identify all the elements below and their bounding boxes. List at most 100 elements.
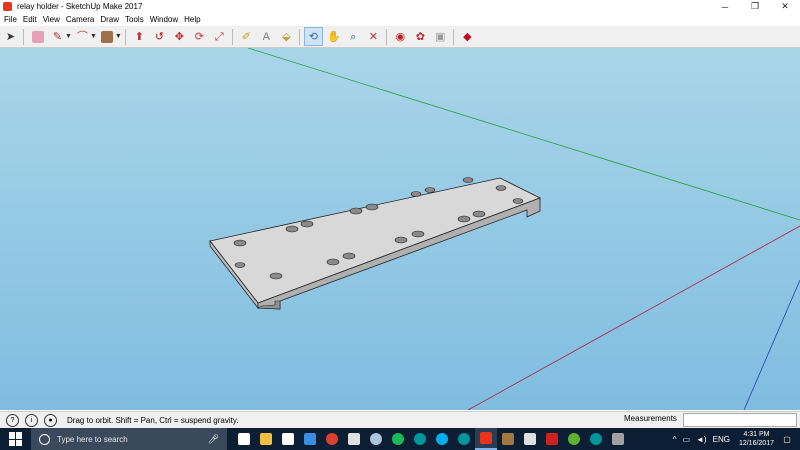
app-brown-icon xyxy=(502,433,514,445)
ruby-tool-button[interactable]: ◆ xyxy=(458,27,477,46)
paint-bucket-tool-button[interactable]: ⬙ xyxy=(277,27,296,46)
geo-location-icon[interactable]: ? xyxy=(6,413,19,427)
blue-axis-line xyxy=(743,279,800,410)
task-view-icon xyxy=(238,433,250,445)
taskbar-flash-button[interactable] xyxy=(541,428,563,450)
pan-tool-icon: ✋ xyxy=(327,30,342,43)
text-tool-button[interactable]: A xyxy=(257,27,276,46)
zoom-extents-tool-button[interactable]: ✕ xyxy=(364,27,383,46)
menu-file[interactable]: File xyxy=(4,15,17,24)
chrome-icon xyxy=(326,433,338,445)
title-bar: relay holder - SketchUp Make 2017 ─ ❐ ✕ xyxy=(0,0,800,13)
move-tool-button[interactable]: ✥ xyxy=(170,27,189,46)
microphone-icon[interactable]: 🎤︎ xyxy=(208,434,219,445)
pan-tool-button[interactable]: ✋ xyxy=(324,27,343,46)
shape-tool-icon xyxy=(101,30,114,43)
relay-holder-model[interactable] xyxy=(209,177,542,310)
taskbar-movies-button[interactable] xyxy=(277,428,299,450)
volume-icon[interactable]: ◄) xyxy=(696,435,707,444)
rotate-tool-button[interactable]: ⟳ xyxy=(190,27,209,46)
start-button[interactable] xyxy=(9,432,23,446)
menu-window[interactable]: Window xyxy=(150,15,178,24)
taskbar-arduino-2-button[interactable] xyxy=(453,428,475,450)
toolbar-separator xyxy=(452,28,454,45)
taskbar-utorrent-button[interactable] xyxy=(563,428,585,450)
spotify-icon xyxy=(392,433,404,445)
file-explorer-icon xyxy=(260,433,272,445)
menu-camera[interactable]: Camera xyxy=(66,15,94,24)
arc-tool-icon: ⌒ xyxy=(76,30,88,43)
orbit-tool-icon: ⟲ xyxy=(308,30,318,43)
paint-bucket-tool-icon: ⬙ xyxy=(282,30,291,43)
taskbar-sketchup-button[interactable] xyxy=(475,428,497,450)
dropdown-arrow-icon[interactable]: ▼ xyxy=(65,33,72,40)
sketchup-app-icon xyxy=(3,2,12,11)
menu-tools[interactable]: Tools xyxy=(125,15,144,24)
show-hidden-icons-icon[interactable]: ^ xyxy=(673,435,677,444)
taskbar-settings-button[interactable] xyxy=(607,428,629,450)
dropdown-arrow-icon[interactable]: ▼ xyxy=(115,33,122,40)
taskbar-spotify-button[interactable] xyxy=(387,428,409,450)
scale-tool-button[interactable]: ⤢ xyxy=(210,27,229,46)
taskbar-steam-button[interactable] xyxy=(365,428,387,450)
menu-draw[interactable]: Draw xyxy=(100,15,119,24)
tape-measure-tool-icon: ✐ xyxy=(241,30,251,43)
select-tool-button[interactable]: ➤ xyxy=(1,27,20,46)
taskbar-edge-button[interactable] xyxy=(299,428,321,450)
taskbar-arduino-button[interactable] xyxy=(409,428,431,450)
push-pull-tool-button[interactable]: ⬆ xyxy=(130,27,149,46)
zoom-tool-icon: ⌕ xyxy=(350,30,357,43)
network-icon[interactable]: ▭ xyxy=(682,435,690,444)
credits-icon[interactable]: i xyxy=(25,413,38,427)
follow-me-tool-button[interactable]: ↺ xyxy=(150,27,169,46)
share-model-tool-button[interactable]: ▣ xyxy=(431,27,450,46)
taskbar-photos-button[interactable] xyxy=(519,428,541,450)
taskbar-app-brown-button[interactable] xyxy=(497,428,519,450)
minimize-button[interactable]: ─ xyxy=(710,0,740,13)
model-viewport[interactable] xyxy=(0,48,800,410)
clock[interactable]: 4:31 PM 12/16/2017 xyxy=(739,430,774,448)
text-tool-icon: A xyxy=(262,30,270,43)
toolbar-separator xyxy=(385,28,387,45)
window-controls: ─ ❐ ✕ xyxy=(710,0,800,13)
eraser-tool-button[interactable] xyxy=(28,27,47,46)
warehouse-tool-button[interactable]: ◉ xyxy=(391,27,410,46)
taskbar-mail-button[interactable] xyxy=(343,428,365,450)
taskbar-search-box[interactable]: Type here to search 🎤︎ xyxy=(31,428,227,450)
eraser-tool-icon xyxy=(31,30,44,43)
taskbar-arduino-3-button[interactable] xyxy=(585,428,607,450)
menu-edit[interactable]: Edit xyxy=(23,15,37,24)
toolbar-separator xyxy=(231,28,233,45)
mail-icon xyxy=(348,433,360,445)
tape-measure-tool-button[interactable]: ✐ xyxy=(237,27,256,46)
red-axis-line xyxy=(467,225,800,410)
line-tool-icon: ✎ xyxy=(52,30,63,43)
measurements-input[interactable] xyxy=(683,413,797,427)
window-title: relay holder - SketchUp Make 2017 xyxy=(17,2,143,11)
language-indicator[interactable]: ENG xyxy=(713,435,730,444)
taskbar-file-explorer-button[interactable] xyxy=(255,428,277,450)
taskbar-chrome-button[interactable] xyxy=(321,428,343,450)
menu-help[interactable]: Help xyxy=(184,15,200,24)
close-button[interactable]: ✕ xyxy=(770,0,800,13)
zoom-extents-tool-icon: ✕ xyxy=(368,30,378,43)
menu-view[interactable]: View xyxy=(43,15,60,24)
action-center-icon[interactable]: ▢ xyxy=(780,432,794,446)
windows-taskbar: Type here to search 🎤︎ ^ ▭ ◄) ENG 4:31 P… xyxy=(0,428,800,450)
restore-button[interactable]: ❐ xyxy=(740,0,770,13)
taskbar-skype-button[interactable] xyxy=(431,428,453,450)
toolbar: ➤ ✎ ▼ ⌒ ▼ ▼ ⬆ ↺ ✥ ⟳ ⤢ ✐ A ⬙ ⟲ ✋ ⌕ ✕ ◉ ✿ ▣ ◆ xyxy=(0,26,800,48)
dropdown-arrow-icon[interactable]: ▼ xyxy=(90,33,97,40)
user-icon[interactable]: ● xyxy=(44,413,57,427)
status-hint: Drag to orbit. Shift = Pan, Ctrl = suspe… xyxy=(67,415,239,425)
extension-warehouse-tool-button[interactable]: ✿ xyxy=(411,27,430,46)
orbit-tool-button[interactable]: ⟲ xyxy=(303,27,323,46)
utorrent-icon xyxy=(568,433,580,445)
toolbar-separator xyxy=(23,28,24,45)
search-placeholder: Type here to search xyxy=(57,434,128,444)
zoom-tool-button[interactable]: ⌕ xyxy=(344,27,363,46)
scale-tool-icon: ⤢ xyxy=(214,30,224,43)
taskbar-task-view-button[interactable] xyxy=(233,428,255,450)
extension-warehouse-tool-icon: ✿ xyxy=(415,30,425,43)
model-canvas[interactable] xyxy=(0,48,800,410)
